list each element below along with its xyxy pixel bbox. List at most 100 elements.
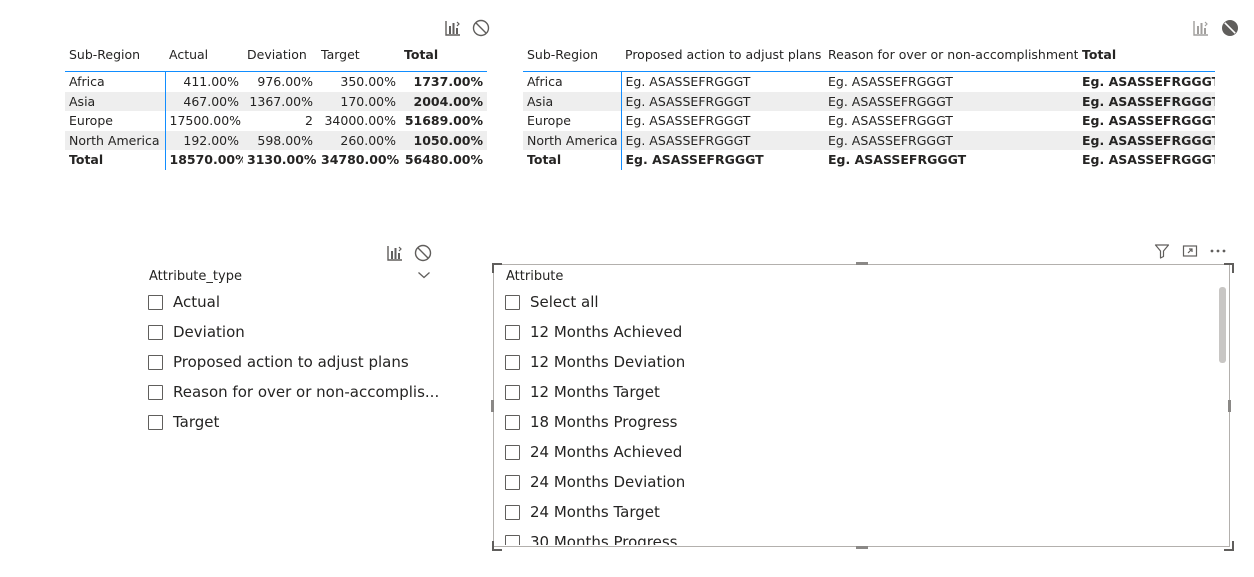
row-header[interactable]: North America <box>65 130 166 150</box>
checkbox[interactable] <box>505 294 520 310</box>
resize-handle[interactable] <box>1224 263 1234 273</box>
row-header[interactable]: Africa <box>523 71 622 92</box>
slicer-attribute-type: Actual Deviation Proposed action to adju… <box>148 287 439 437</box>
checkbox[interactable] <box>505 474 520 490</box>
resize-handle[interactable] <box>1224 541 1234 551</box>
slicer-item-label: Proposed action to adjust plans <box>173 353 409 371</box>
slicer-item-label: Actual <box>173 293 220 311</box>
table-cell: 1050.00% <box>400 130 487 150</box>
visual-interaction-icon[interactable] <box>385 243 405 263</box>
slicer-item[interactable]: Select all <box>505 287 685 317</box>
table-cell: Eg. ASASSEFRGGGT <box>824 130 1078 150</box>
table-cell: 192.00% <box>165 130 243 150</box>
table-row: Africa 411.00% 976.00% 350.00% 1737.00% <box>65 71 487 92</box>
slicer-item[interactable]: Deviation <box>148 317 439 347</box>
column-header[interactable]: Deviation <box>243 37 317 72</box>
no-impact-icon[interactable] <box>1220 18 1240 38</box>
resize-handle[interactable] <box>856 262 868 265</box>
slicer-item[interactable]: 24 Months Achieved <box>505 437 685 467</box>
filter-icon[interactable] <box>1152 241 1172 261</box>
slicer-item[interactable]: 24 Months Target <box>505 497 685 527</box>
table-row: Europe Eg. ASASSEFRGGGT Eg. ASASSEFRGGGT… <box>523 111 1215 131</box>
table-cell: Eg. ASASSEFRGGGT <box>828 113 953 129</box>
checkbox[interactable] <box>148 414 163 430</box>
chevron-down-icon[interactable] <box>414 265 434 285</box>
visual-interaction-icon[interactable] <box>1191 18 1211 38</box>
table-cell: 170.00% <box>317 91 400 111</box>
checkbox[interactable] <box>148 384 163 400</box>
slicer-item-label: 12 Months Achieved <box>530 323 683 341</box>
table-header-row: Sub-Region Actual Deviation Target Total <box>65 37 487 72</box>
table-cell: 18570.00% <box>169 152 244 168</box>
slicer-item[interactable]: 30 Months Progress <box>505 527 685 545</box>
slicer-item-label: 24 Months Achieved <box>530 443 683 461</box>
slicer-item[interactable]: 12 Months Achieved <box>505 317 685 347</box>
row-header[interactable]: Asia <box>65 91 166 111</box>
column-header[interactable]: Sub-Region <box>65 37 165 72</box>
resize-handle[interactable] <box>492 541 502 551</box>
resize-handle[interactable] <box>856 546 868 549</box>
table-row: North America Eg. ASASSEFRGGGT Eg. ASASS… <box>523 130 1215 150</box>
row-header: Total <box>65 150 166 170</box>
slicer-item[interactable]: 12 Months Deviation <box>505 347 685 377</box>
row-header[interactable]: North America <box>523 130 622 150</box>
column-header[interactable]: Proposed action to adjust plans <box>621 37 824 72</box>
slicer-item[interactable]: Actual <box>148 287 439 317</box>
table-cell: 598.00% <box>243 130 317 150</box>
no-impact-icon[interactable] <box>413 243 433 263</box>
table-cell: 1367.00% <box>243 91 317 111</box>
column-header[interactable]: Actual <box>165 37 243 72</box>
checkbox[interactable] <box>505 444 520 460</box>
resize-handle[interactable] <box>491 400 494 412</box>
row-header: Total <box>523 150 622 170</box>
slicer-item[interactable]: 24 Months Deviation <box>505 467 685 497</box>
more-options-icon[interactable] <box>1208 241 1228 261</box>
column-header[interactable]: Total <box>1078 37 1215 72</box>
table-cell: 34780.00% <box>321 152 400 168</box>
slicer-item[interactable]: 18 Months Progress <box>505 407 685 437</box>
row-header[interactable]: Europe <box>523 111 622 131</box>
column-header[interactable]: Total <box>400 37 487 72</box>
resize-handle[interactable] <box>492 263 502 273</box>
table-cell: 3130.00% <box>247 152 317 168</box>
column-header[interactable]: Reason for over or non-accomplishment <box>824 37 1078 72</box>
checkbox[interactable] <box>505 384 520 400</box>
table-cell: Eg. ASASSEFRGGGT <box>621 91 824 111</box>
checkbox[interactable] <box>505 354 520 370</box>
no-impact-icon[interactable] <box>471 18 491 38</box>
total-row: Total Eg. ASASSEFRGGGT Eg. ASASSEFRGGGT … <box>523 150 1215 170</box>
focus-mode-icon[interactable] <box>1180 241 1200 261</box>
checkbox[interactable] <box>505 504 520 520</box>
table-row: North America 192.00% 598.00% 260.00% 10… <box>65 130 487 150</box>
column-header[interactable]: Target <box>317 37 400 72</box>
total-row: Total 18570.00% 3130.00% 34780.00% 56480… <box>65 150 487 170</box>
table-cell: 350.00% <box>340 74 396 90</box>
table-cell: Eg. ASASSEFRGGGT <box>1078 130 1215 150</box>
table-cell: Eg. ASASSEFRGGGT <box>625 152 764 168</box>
column-header[interactable]: Sub-Region <box>523 37 621 72</box>
checkbox[interactable] <box>505 534 520 545</box>
slicer-item[interactable]: Target <box>148 407 439 437</box>
visual-interaction-icon[interactable] <box>443 18 463 38</box>
matrix-table-text: Sub-Region Proposed action to adjust pla… <box>523 37 1215 170</box>
checkbox[interactable] <box>505 414 520 430</box>
checkbox[interactable] <box>148 354 163 370</box>
table-row: Asia Eg. ASASSEFRGGGT Eg. ASASSEFRGGGT E… <box>523 91 1215 111</box>
checkbox[interactable] <box>148 294 163 310</box>
row-header[interactable]: Asia <box>523 91 622 111</box>
slicer-attribute-viewport: Select all 12 Months Achieved 12 Months … <box>505 287 1205 545</box>
scrollbar-thumb[interactable] <box>1219 287 1226 363</box>
checkbox[interactable] <box>505 324 520 340</box>
table-cell: Eg. ASASSEFRGGGT <box>828 74 953 90</box>
table-cell: 467.00% <box>165 91 243 111</box>
checkbox[interactable] <box>148 324 163 340</box>
table-cell: Eg. ASASSEFRGGGT <box>621 130 824 150</box>
slicer-item[interactable]: Reason for over or non-accomplis... <box>148 377 439 407</box>
resize-handle[interactable] <box>1228 400 1231 412</box>
row-header[interactable]: Europe <box>65 111 166 131</box>
slicer-item-label: 12 Months Deviation <box>530 353 686 371</box>
slicer-item[interactable]: Proposed action to adjust plans <box>148 347 439 377</box>
slicer-item-label: 24 Months Deviation <box>530 473 686 491</box>
row-header[interactable]: Africa <box>65 71 166 92</box>
slicer-item[interactable]: 12 Months Target <box>505 377 685 407</box>
